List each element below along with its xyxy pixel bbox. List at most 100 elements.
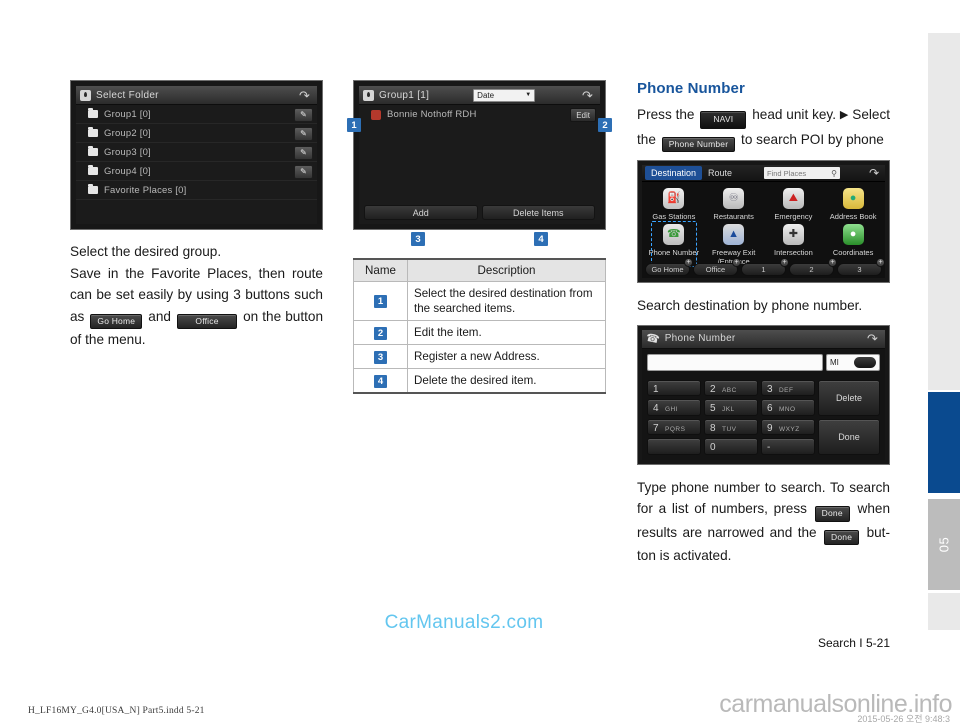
back-arrow-icon[interactable]: ↶ xyxy=(864,331,881,346)
key-letters: JKL xyxy=(721,406,735,413)
edit-pencil-icon[interactable]: ✎ xyxy=(294,126,313,141)
list-item[interactable]: Group3 [0] ✎ xyxy=(76,143,317,162)
row-badge: 2 xyxy=(374,326,387,340)
key-2[interactable]: 2 ABC xyxy=(703,379,758,396)
find-places-search-input[interactable]: Find Places ⚲ xyxy=(764,167,840,179)
plus-icon[interactable]: + xyxy=(684,257,693,267)
shortcut-label: 1 xyxy=(761,264,766,274)
group1-titlebar: Group1 [1] Date ▼ ↶ xyxy=(359,86,600,105)
chip-phone-number[interactable]: Phone Number xyxy=(661,136,736,152)
dest-item-address-book[interactable]: ● Address Book xyxy=(823,185,883,221)
key-1[interactable]: 1 xyxy=(647,379,701,396)
key-blank[interactable] xyxy=(647,438,701,455)
tab-route[interactable]: Route xyxy=(702,166,738,180)
plus-icon[interactable]: + xyxy=(876,257,885,267)
screenshot-select-folder: Select Folder ↶ Group1 [0] ✎ Group2 [0] … xyxy=(70,80,323,230)
phone-number-titlebar: ☎ Phone Number ↶ xyxy=(642,329,885,349)
table-cell-description: Edit the item. xyxy=(407,320,606,345)
list-item[interactable]: Group2 [0] ✎ xyxy=(76,124,317,143)
key-number: - xyxy=(766,442,771,453)
dest-item-restaurants[interactable]: ♾ Restaurants xyxy=(704,185,764,221)
shortcut-office[interactable]: Office + xyxy=(693,257,741,276)
row-badge: 4 xyxy=(374,374,387,388)
shortcut-1[interactable]: 1 + xyxy=(741,257,789,276)
table-cell-description: Delete the desired item. xyxy=(407,368,606,394)
chevron-down-icon: ▼ xyxy=(525,92,532,98)
list-item-label: Group3 [0] xyxy=(104,146,151,158)
plus-icon[interactable]: + xyxy=(828,257,837,267)
page-footer-reference: Search I 5-21 xyxy=(817,636,890,650)
edit-pencil-icon[interactable]: ✎ xyxy=(294,145,313,160)
name-description-table: Name Description 1 Select the desired de… xyxy=(353,258,606,394)
folder-icon xyxy=(88,165,98,175)
back-arrow-icon[interactable]: ↶ xyxy=(866,166,882,180)
phone-number-title: Phone Number xyxy=(664,333,736,344)
mi-toggle[interactable] xyxy=(854,356,876,368)
folder-icon xyxy=(88,184,98,194)
list-item[interactable]: Group1 [0] ✎ xyxy=(76,105,317,124)
add-button[interactable]: Add xyxy=(364,205,478,220)
key-3[interactable]: 3 DEF xyxy=(760,379,815,396)
key-number: 3 xyxy=(766,383,773,395)
list-item[interactable]: Group4 [0] ✎ xyxy=(76,162,317,181)
key-6[interactable]: 6 MNO xyxy=(760,399,815,416)
chip-navi-key[interactable]: NAVI xyxy=(700,111,747,129)
dest-item-label: Gas Stations xyxy=(652,212,696,221)
address-book-icon: ● xyxy=(842,188,864,209)
key-7[interactable]: 7 PQRS xyxy=(647,418,701,435)
chip-done-1[interactable]: Done xyxy=(814,506,850,522)
edge-tab-strip: 05 xyxy=(928,33,960,630)
done-key[interactable]: Done xyxy=(817,418,880,455)
edit-pencil-icon[interactable]: ✎ xyxy=(294,164,313,179)
mi-field[interactable]: MI xyxy=(826,353,880,371)
table-cell-description: Register a new Address. xyxy=(407,344,606,369)
plus-icon[interactable]: + xyxy=(732,257,741,267)
sort-dropdown-value: Date xyxy=(477,90,495,100)
key-9[interactable]: 9 WXYZ xyxy=(760,418,815,435)
column-middle: Group1 [1] Date ▼ ↶ Bonnie Nothoff RDH E… xyxy=(347,80,612,394)
edit-pencil-icon[interactable]: ✎ xyxy=(294,107,313,122)
keypad-grid: 1 2 ABC 3 DEF Delete 4 GHI 5 JKL 6 MNO 7 PQRS … xyxy=(647,379,880,455)
left-para-1: Select the desired group. xyxy=(70,244,222,259)
chip-done-2[interactable]: Done xyxy=(824,529,860,545)
table-cell-name: 4 xyxy=(353,368,408,394)
gas-pump-icon: ⛽ xyxy=(663,188,685,209)
right-para-3: Type phone number to search. To search f… xyxy=(637,477,890,567)
key-number: 4 xyxy=(653,403,659,414)
back-arrow-icon[interactable]: ↶ xyxy=(296,88,313,103)
table-cell-name: 1 xyxy=(353,281,408,321)
sort-dropdown[interactable]: Date ▼ xyxy=(473,88,536,102)
delete-items-button[interactable]: Delete Items xyxy=(481,205,595,220)
key-number: 5 xyxy=(709,403,716,414)
chip-office[interactable]: Office xyxy=(177,313,238,329)
key-dash[interactable]: - xyxy=(760,438,815,455)
print-file-code: H_LF16MY_G4.0[USA_N] Part5.indd 5-21 xyxy=(28,706,205,716)
table-row: 2 Edit the item. xyxy=(353,320,606,345)
key-letters: DEF xyxy=(778,386,794,394)
key-4[interactable]: 4 GHI xyxy=(647,399,701,416)
callout-badge-2: 2 xyxy=(598,118,612,132)
list-item[interactable]: Favorite Places [0] xyxy=(76,181,317,200)
shortcut-label: 2 xyxy=(809,264,814,274)
delete-key[interactable]: Delete xyxy=(817,379,880,416)
tab-destination[interactable]: Destination xyxy=(645,166,703,180)
edge-tab-active-blue xyxy=(928,392,960,493)
table-row: 3 Register a new Address. xyxy=(353,344,606,369)
plus-icon[interactable]: + xyxy=(780,257,789,267)
right-para-1-a: Press the xyxy=(637,107,695,122)
key-0[interactable]: 0 xyxy=(703,438,758,455)
key-number: 6 xyxy=(766,403,773,414)
edit-button[interactable]: Edit xyxy=(570,108,596,122)
chip-go-home[interactable]: Go Home xyxy=(90,313,143,329)
shortcut-3[interactable]: 3 + xyxy=(837,257,885,276)
dest-item-gas-stations[interactable]: ⛽ Gas Stations xyxy=(644,185,704,221)
back-arrow-icon[interactable]: ↶ xyxy=(579,88,596,103)
key-8[interactable]: 8 TUV xyxy=(703,418,758,435)
shortcut-2[interactable]: 2 + xyxy=(789,257,837,276)
poi-list-item[interactable]: Bonnie Nothoff RDH Edit xyxy=(359,105,600,124)
shortcut-go-home[interactable]: Go Home + xyxy=(645,257,693,276)
phone-number-input[interactable] xyxy=(647,353,823,371)
key-letters: PQRS xyxy=(665,425,686,433)
dest-item-emergency[interactable]: ⛰ Emergency xyxy=(764,185,824,221)
key-5[interactable]: 5 JKL xyxy=(703,399,758,416)
